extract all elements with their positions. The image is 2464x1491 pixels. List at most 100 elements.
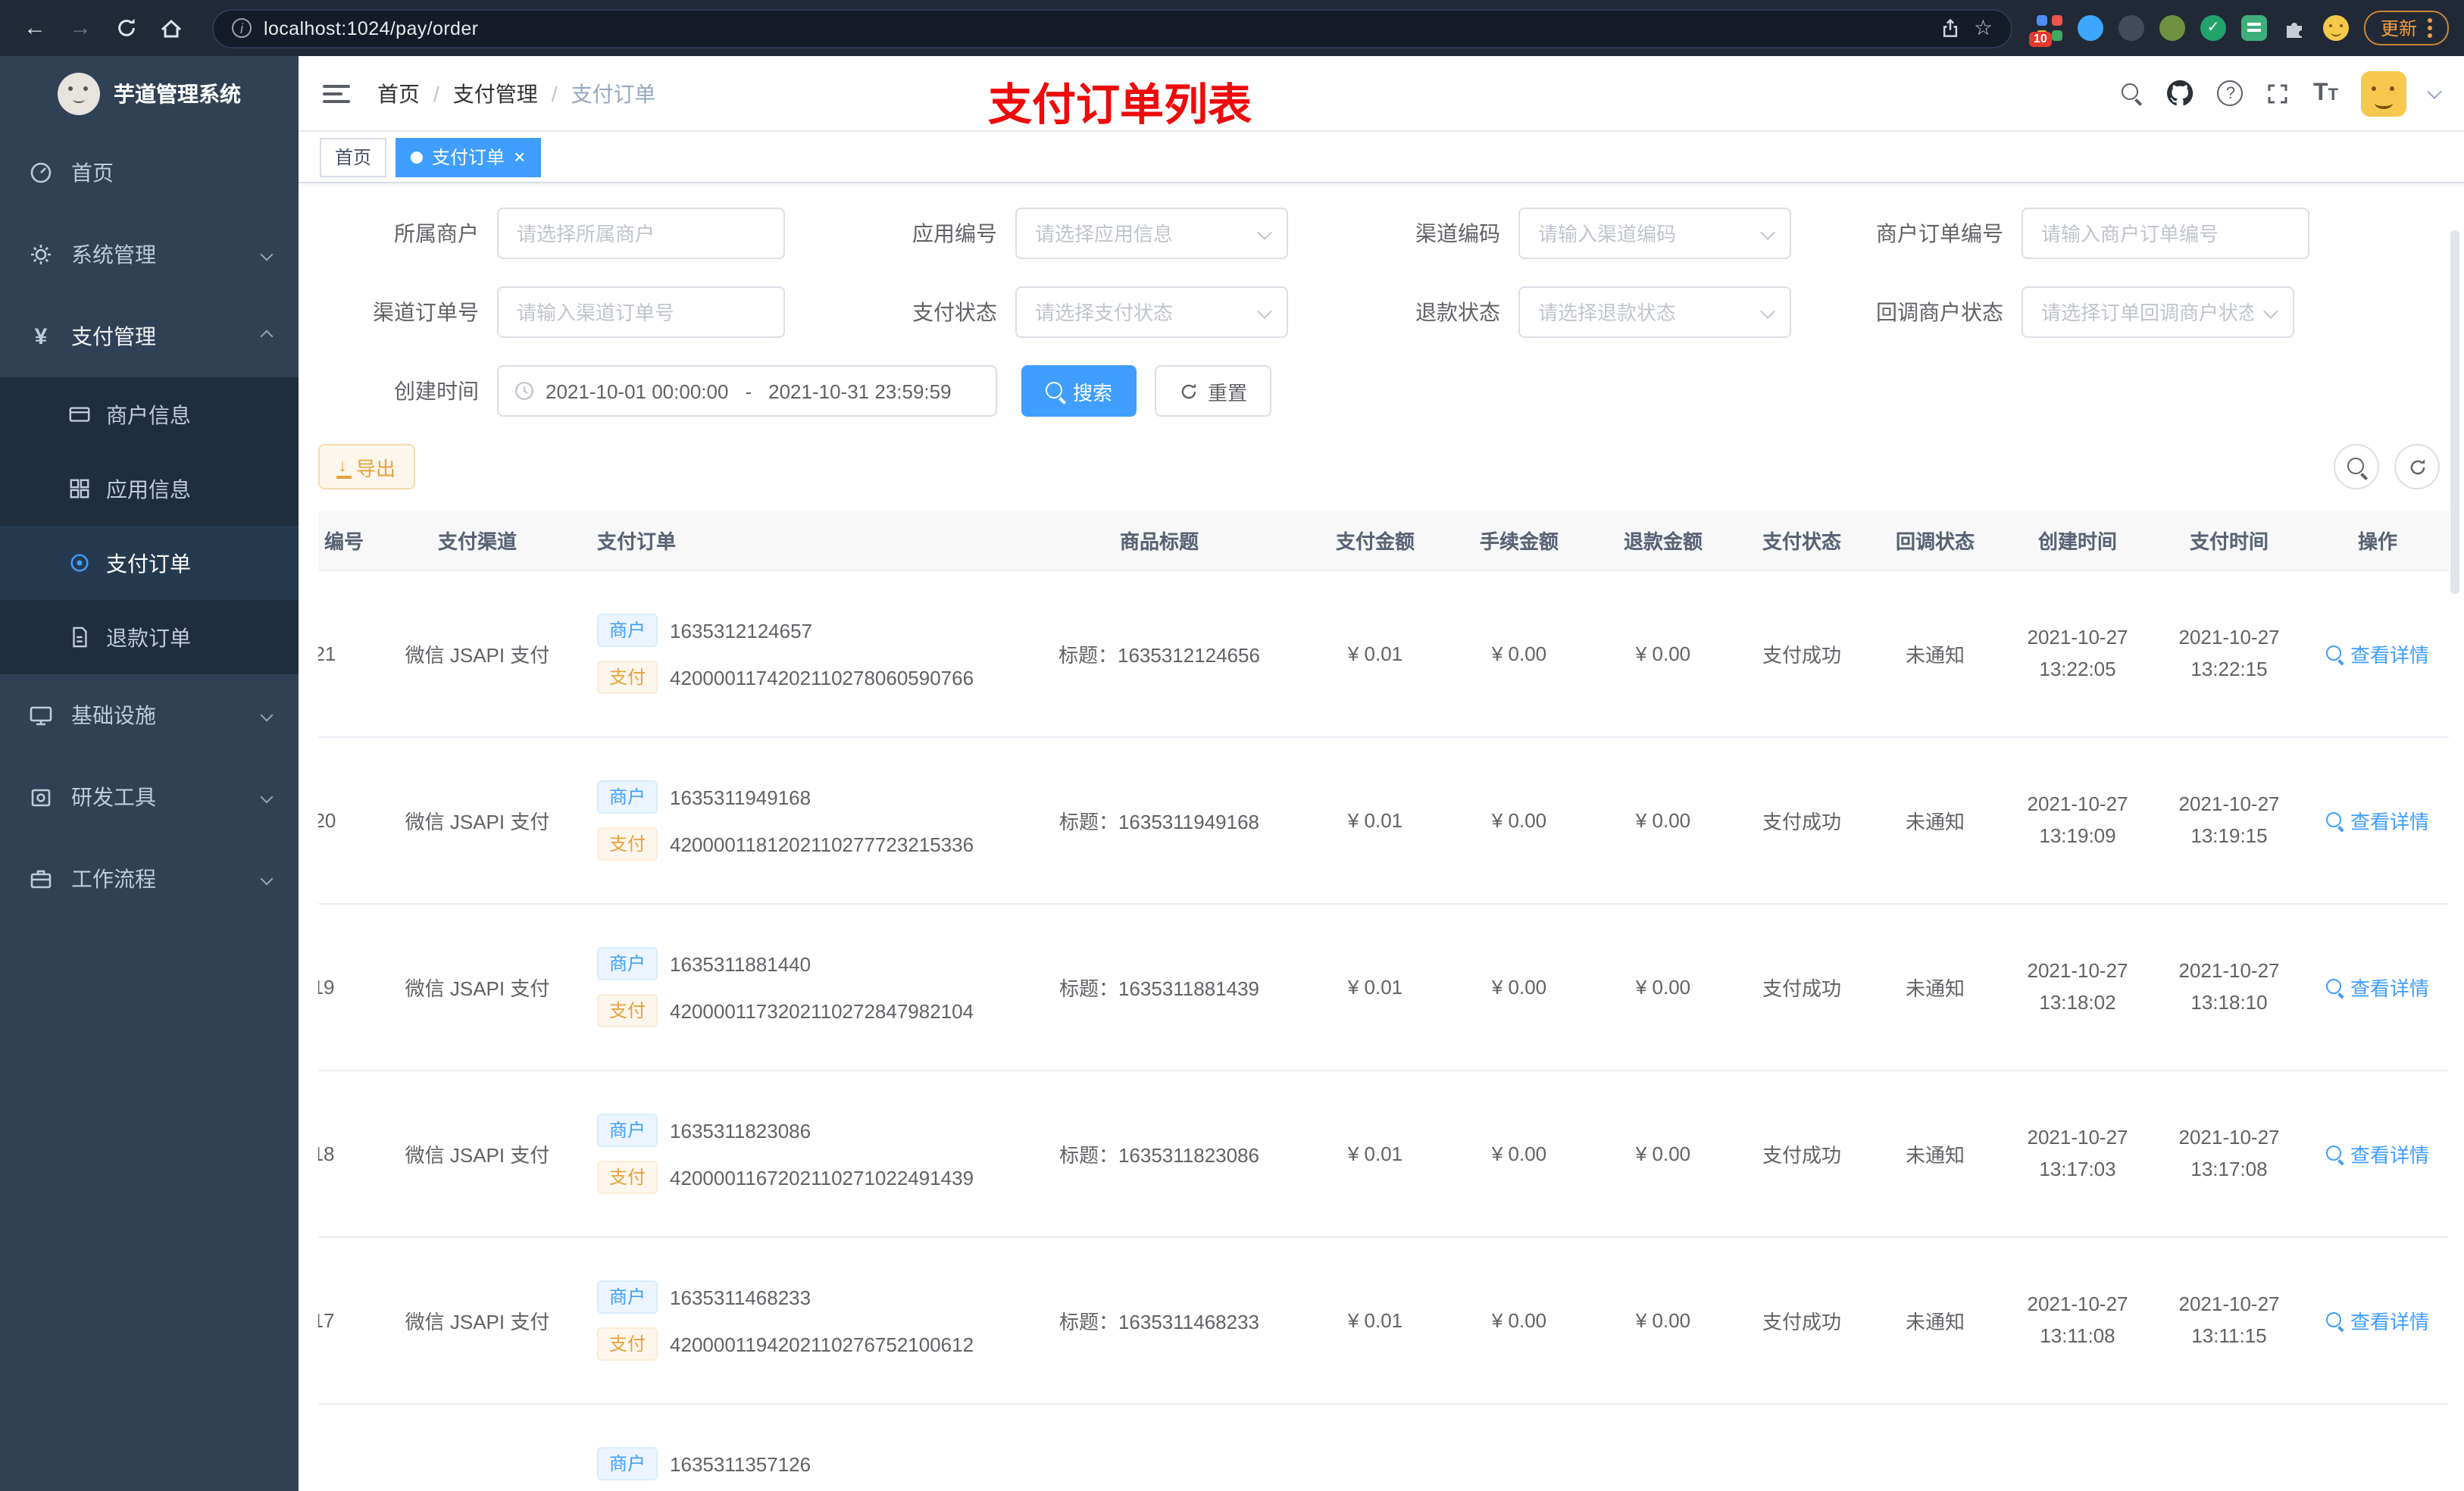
- table-row: 120 微信 JSAPI 支付 商户 1635311949168 支付 4200…: [318, 738, 2449, 905]
- share-icon[interactable]: [1940, 17, 1962, 39]
- table-row: 117 微信 JSAPI 支付 商户 1635311468233 支付 4200…: [318, 1238, 2449, 1405]
- download-icon: ↓: [336, 455, 352, 478]
- sidebar-item-system[interactable]: 系统管理: [0, 214, 299, 295]
- tab-close-icon[interactable]: ×: [514, 147, 525, 167]
- toggle-search-button[interactable]: [2334, 444, 2379, 489]
- pay-date: 2021-10-27: [2178, 625, 2280, 649]
- help-icon[interactable]: ?: [2217, 80, 2244, 106]
- reset-button[interactable]: 重置: [1155, 365, 1272, 417]
- refund-status-select[interactable]: [1518, 286, 1791, 338]
- search-button[interactable]: 搜索: [1021, 365, 1137, 417]
- pay-channel: 微信 JSAPI 支付: [405, 1144, 550, 1167]
- view-detail-link[interactable]: 查看详情: [2305, 1139, 2449, 1168]
- browser-back-button[interactable]: ←: [15, 8, 55, 48]
- github-icon[interactable]: [2166, 79, 2195, 108]
- avatar-caret-icon[interactable]: [2427, 83, 2442, 98]
- breadcrumb-home[interactable]: 首页: [377, 78, 420, 108]
- scrollbar-thumb[interactable]: [2450, 230, 2459, 594]
- create-time: 13:22:05: [2039, 657, 2116, 680]
- browser-home-button[interactable]: [152, 8, 191, 48]
- view-detail-link[interactable]: 查看详情: [2305, 806, 2449, 835]
- merchant-tag: 商户: [597, 1114, 658, 1147]
- browser-menu-icon[interactable]: [2428, 18, 2432, 38]
- sidebar-item-merchant-info[interactable]: 商户信息: [0, 377, 299, 452]
- table-row: 118 微信 JSAPI 支付 商户 1635311823086 支付 4200…: [318, 1071, 2449, 1238]
- refund-amount: ¥ 0.00: [1635, 642, 1691, 665]
- sidebar-item-workflow[interactable]: 工作流程: [0, 838, 299, 920]
- view-detail-link[interactable]: 查看详情: [2305, 1306, 2449, 1335]
- chevron-down-icon: [260, 248, 274, 261]
- column-header: 创建时间: [2037, 530, 2117, 553]
- create-date: 2021-10-27: [2027, 625, 2128, 649]
- merchant-select-input[interactable]: [497, 208, 785, 259]
- channel-order-no-input[interactable]: [497, 286, 785, 338]
- app-id-select[interactable]: [1015, 208, 1288, 259]
- breadcrumb-payment[interactable]: 支付管理: [453, 78, 538, 108]
- clock-icon: [514, 380, 535, 402]
- goods-title: 标题：1635311881439: [1058, 977, 1260, 1000]
- sidebar-item-home[interactable]: 首页: [0, 132, 299, 214]
- pay-time: 13:11:15: [2191, 1324, 2267, 1346]
- extension-olive-icon[interactable]: [2159, 15, 2185, 41]
- merchant-tag: 商户: [597, 614, 658, 647]
- refund-amount: ¥ 0.00: [1635, 1142, 1691, 1165]
- font-size-icon[interactable]: TT: [2313, 80, 2338, 107]
- view-detail-link[interactable]: 查看详情: [2305, 639, 2449, 668]
- pay-amount: ¥ 0.01: [1347, 809, 1403, 832]
- extension-drop-icon[interactable]: [2077, 15, 2103, 41]
- address-bar[interactable]: i localhost:1024/pay/order ☆: [212, 8, 2012, 48]
- table-header: 编号 支付渠道 支付订单 商品标题 支付金额 手续金额 退款金额 支付状态 回调…: [318, 511, 2449, 571]
- browser-profile-avatar[interactable]: [2322, 15, 2349, 41]
- browser-refresh-button[interactable]: [106, 8, 145, 48]
- sidebar-item-infra[interactable]: 基础设施: [0, 674, 299, 756]
- create-time-range-input[interactable]: 2021-10-01 00:00:00 - 2021-10-31 23:59:5…: [497, 365, 997, 417]
- refresh-table-button[interactable]: [2394, 444, 2440, 489]
- tab-home[interactable]: 首页: [320, 137, 387, 177]
- bookmark-star-icon[interactable]: ☆: [1974, 15, 1993, 41]
- merchant-order-no-input[interactable]: [2022, 208, 2309, 259]
- extension-grid-icon[interactable]: 10: [2028, 15, 2062, 47]
- filter-label: 所属商户: [394, 221, 479, 245]
- extension-dark-icon[interactable]: [2118, 15, 2144, 41]
- sidebar-item-payment[interactable]: ¥ 支付管理: [0, 295, 299, 377]
- extension-check-icon[interactable]: ✓: [2200, 15, 2226, 41]
- sidebar-item-label: 基础设施: [71, 703, 156, 727]
- fullscreen-icon[interactable]: [2266, 81, 2290, 105]
- pay-tag: 支付: [597, 827, 658, 861]
- view-detail-link[interactable]: 查看详情: [2305, 973, 2449, 1002]
- pay-date: 2021-10-27: [2178, 792, 2280, 815]
- breadcrumb-current: 支付订单: [571, 81, 656, 105]
- channel-pay-no: 4200001174202110278060590766: [670, 666, 974, 689]
- app-logo: 芋道管理系统: [0, 56, 299, 132]
- tab-pay-order[interactable]: 支付订单 ×: [396, 137, 541, 177]
- chevron-up-icon: [260, 330, 274, 343]
- export-button[interactable]: ↓ 导出: [318, 444, 416, 489]
- sidebar-item-app-info[interactable]: 应用信息: [0, 452, 299, 526]
- merchant-tag: 商户: [597, 947, 658, 980]
- create-time: 13:19:09: [2039, 824, 2116, 846]
- notify-status-select[interactable]: [2022, 286, 2294, 338]
- chevron-down-icon: [260, 790, 274, 804]
- extension-chat-icon[interactable]: [2240, 15, 2267, 41]
- sidebar-item-label: 系统管理: [71, 242, 156, 267]
- browser-forward-button[interactable]: →: [61, 8, 100, 48]
- pay-status-select[interactable]: [1015, 286, 1288, 338]
- extensions-puzzle-icon[interactable]: [2282, 15, 2308, 41]
- sidebar-item-label: 应用信息: [106, 477, 191, 501]
- pay-amount: ¥ 0.01: [1347, 1309, 1403, 1332]
- sidebar-item-label: 支付管理: [71, 324, 156, 349]
- pay-tag: 支付: [597, 1327, 658, 1361]
- hamburger-icon[interactable]: [323, 84, 350, 102]
- sidebar-item-refund-order[interactable]: 退款订单: [0, 600, 299, 674]
- sidebar-item-devtools[interactable]: 研发工具: [0, 756, 299, 838]
- pay-date: 2021-10-27: [2178, 1292, 2280, 1315]
- site-info-icon[interactable]: i: [232, 18, 252, 38]
- search-icon[interactable]: [2122, 83, 2143, 104]
- pay-status: 支付成功: [1762, 811, 1841, 833]
- channel-code-select[interactable]: [1518, 208, 1791, 259]
- browser-update-button[interactable]: 更新: [2363, 11, 2449, 45]
- sidebar-item-pay-order[interactable]: 支付订单: [0, 526, 299, 600]
- tags-view-bar: 首页 支付订单 ×: [299, 132, 2464, 183]
- user-avatar[interactable]: [2361, 70, 2406, 116]
- orders-table: 编号 支付渠道 支付订单 商品标题 支付金额 手续金额 退款金额 支付状态 回调…: [318, 511, 2449, 1491]
